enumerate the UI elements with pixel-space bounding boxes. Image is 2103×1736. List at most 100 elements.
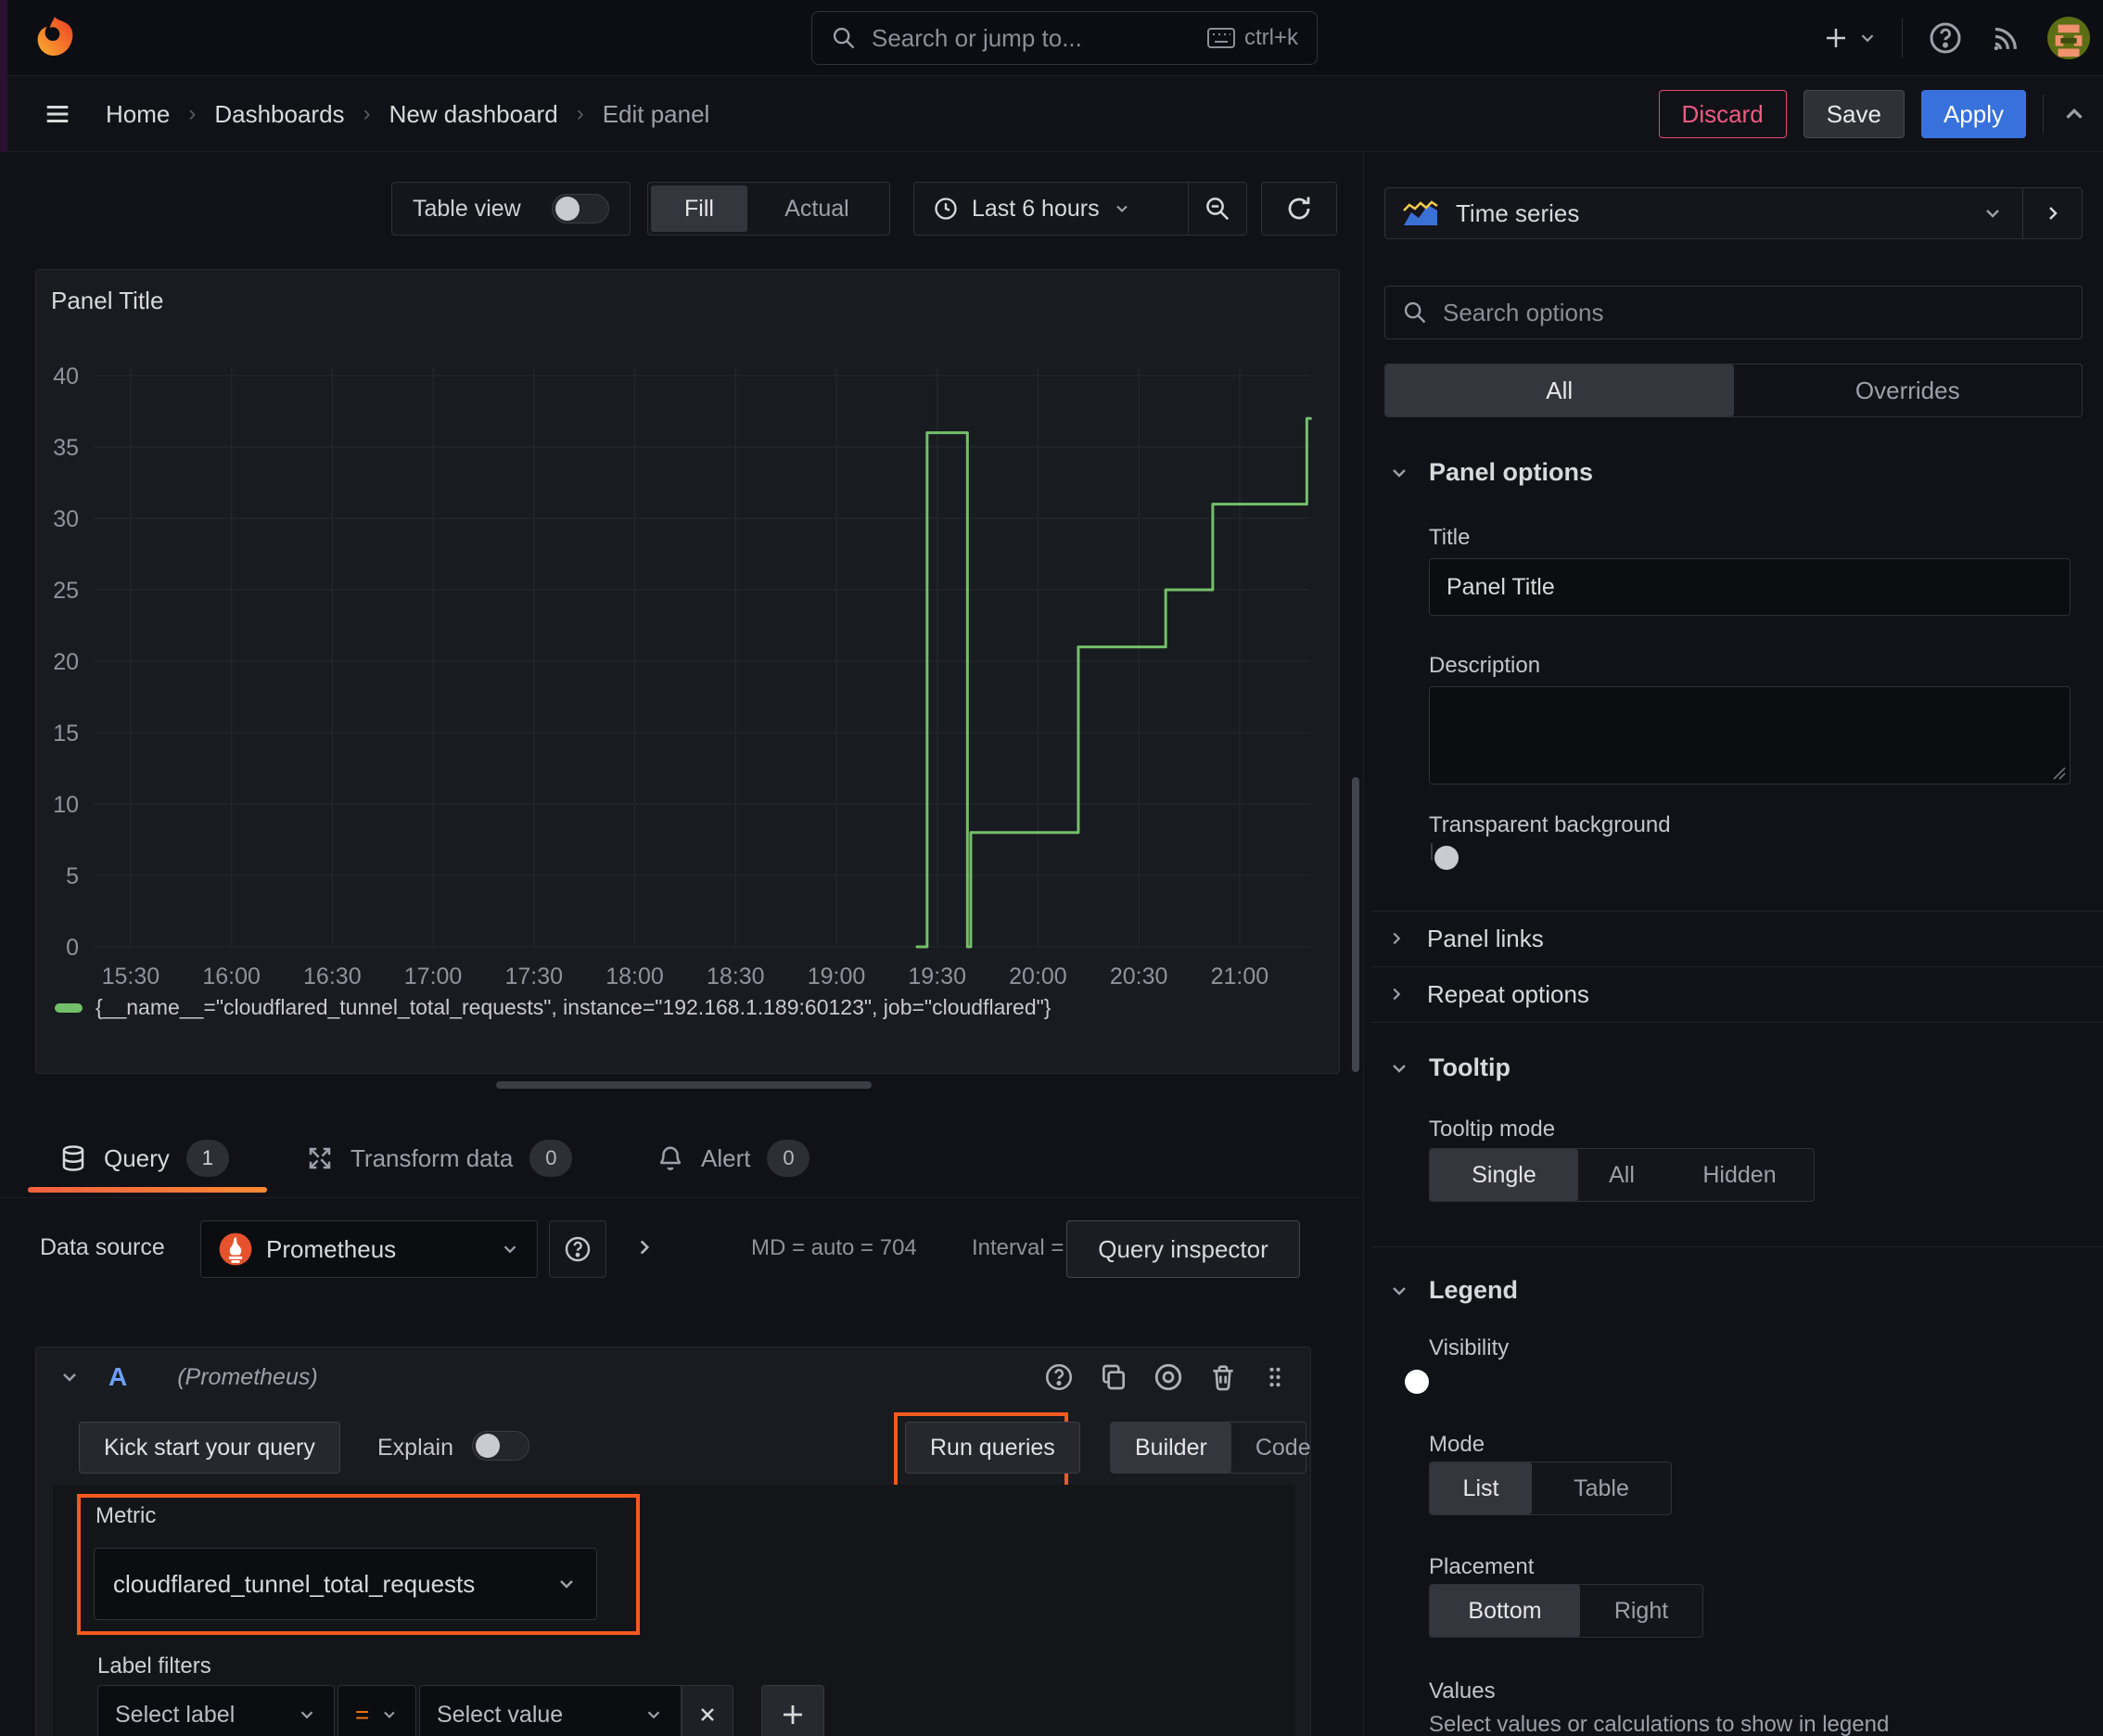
metric-select[interactable]: cloudflared_tunnel_total_requests <box>94 1548 597 1620</box>
chevron-down-icon <box>1861 34 1874 43</box>
divider <box>1371 1246 2103 1247</box>
legend-series-label[interactable]: {__name__="cloudflared_tunnel_total_requ… <box>96 995 1051 1020</box>
duplicate-query-icon[interactable] <box>1099 1362 1128 1392</box>
rss-icon <box>1994 27 2017 51</box>
panel-title[interactable]: Panel Title <box>51 287 163 315</box>
toggle-viz-suggestions-button[interactable] <box>2022 188 2082 238</box>
description-textarea[interactable] <box>1429 686 2071 785</box>
disable-query-icon[interactable] <box>1153 1361 1184 1393</box>
table-view-toggle[interactable] <box>552 194 609 223</box>
legend-placement-right[interactable]: Right <box>1580 1585 1702 1637</box>
new-button[interactable] <box>1822 24 1878 52</box>
select-value-dropdown[interactable]: Select value <box>419 1685 682 1736</box>
drag-handle-icon[interactable] <box>1262 1362 1288 1392</box>
svg-text:10: 10 <box>53 792 79 818</box>
global-search-box[interactable]: Search or jump to... ctrl+k <box>811 11 1318 65</box>
run-queries-button[interactable]: Run queries <box>905 1422 1080 1474</box>
chevron-right-icon <box>2048 207 2058 220</box>
tab-query[interactable]: Query 1 <box>59 1124 229 1193</box>
panel-options-header[interactable]: Panel options <box>1388 458 1593 487</box>
tooltip-section-header[interactable]: Tooltip <box>1388 1053 1510 1082</box>
grafana-logo[interactable] <box>32 15 78 61</box>
select-label-dropdown[interactable]: Select label <box>97 1685 335 1736</box>
divider <box>2043 95 2044 134</box>
legend-placement-bottom[interactable]: Bottom <box>1430 1585 1580 1637</box>
description-label: Description <box>1429 653 1541 678</box>
time-range-picker[interactable]: Last 6 hours <box>914 196 1188 223</box>
visualization-picker[interactable]: Time series <box>1384 187 2083 239</box>
visualization-name: Time series <box>1456 198 1580 227</box>
repeat-options-section[interactable]: Repeat options <box>1386 968 2091 1020</box>
query-row-actions <box>1043 1361 1288 1393</box>
legend-mode-label: Mode <box>1429 1432 1485 1457</box>
delete-query-icon[interactable] <box>1208 1362 1238 1392</box>
tab-transform[interactable]: Transform data 0 <box>306 1124 573 1193</box>
legend-section-header[interactable]: Legend <box>1388 1276 1518 1305</box>
remove-filter-button[interactable] <box>682 1685 733 1736</box>
fill-actual-switch: Fill Actual <box>647 182 890 236</box>
repeat-options-label: Repeat options <box>1427 979 1589 1008</box>
tooltip-mode-all[interactable]: All <box>1578 1149 1665 1201</box>
operator-dropdown[interactable]: = <box>338 1685 416 1736</box>
breadcrumb-dashboards[interactable]: Dashboards <box>214 100 344 129</box>
panel-title-input[interactable] <box>1429 558 2071 616</box>
breadcrumb-current: Edit panel <box>602 99 710 128</box>
kick-start-query-button[interactable]: Kick start your query <box>79 1422 340 1474</box>
zoom-out-button[interactable] <box>1189 195 1246 223</box>
collapse-options-button[interactable] <box>2060 100 2088 128</box>
svg-text:18:00: 18:00 <box>605 964 664 989</box>
code-option[interactable]: Code <box>1231 1423 1335 1473</box>
datasource-picker[interactable]: Prometheus <box>200 1220 538 1278</box>
select-label-placeholder: Select label <box>115 1701 236 1728</box>
tab-all[interactable]: All <box>1385 364 1734 416</box>
time-series-chart[interactable]: 0 5 10 15 20 25 30 35 40 15:30 16:00 16:30 17:00 17:3… <box>36 358 1339 989</box>
panel-links-section[interactable]: Panel links <box>1386 913 2091 964</box>
tab-transform-label: Transform data <box>350 1143 514 1172</box>
transparent-background-toggle[interactable] <box>1431 843 1459 870</box>
vertical-scrollbar[interactable] <box>1352 777 1359 1072</box>
resize-handle[interactable] <box>496 1081 872 1089</box>
options-search-box[interactable]: Search options <box>1384 286 2083 339</box>
breadcrumb-home[interactable]: Home <box>106 100 170 129</box>
datasource-name: Prometheus <box>266 1234 397 1263</box>
tooltip-mode-hidden[interactable]: Hidden <box>1665 1149 1814 1201</box>
tab-alert[interactable]: Alert 0 <box>656 1124 810 1193</box>
menu-toggle[interactable] <box>41 100 74 128</box>
svg-text:40: 40 <box>53 364 79 389</box>
chart-legend[interactable]: {__name__="cloudflared_tunnel_total_requ… <box>55 995 1051 1020</box>
news-button[interactable] <box>1988 20 2023 56</box>
datasource-help-button[interactable] <box>549 1220 606 1278</box>
query-help-icon[interactable] <box>1043 1361 1075 1393</box>
fill-option[interactable]: Fill <box>651 185 747 232</box>
explain-toggle[interactable] <box>472 1431 529 1461</box>
resize-grip-icon[interactable] <box>2051 765 2066 780</box>
tab-alert-count: 0 <box>767 1140 810 1177</box>
add-filter-button[interactable] <box>761 1685 824 1736</box>
refresh-button[interactable] <box>1261 182 1337 236</box>
query-inspector-button[interactable]: Query inspector <box>1066 1220 1300 1278</box>
help-icon <box>1930 22 1961 54</box>
svg-text:19:30: 19:30 <box>908 964 966 989</box>
legend-placement-label: Placement <box>1429 1554 1535 1579</box>
apply-button[interactable]: Apply <box>1920 90 2026 138</box>
builder-option[interactable]: Builder <box>1111 1423 1231 1473</box>
chevron-up-icon <box>2066 108 2083 119</box>
save-button[interactable]: Save <box>1803 90 1905 138</box>
expand-options-button[interactable] <box>632 1235 656 1259</box>
tooltip-mode-single[interactable]: Single <box>1430 1149 1578 1201</box>
query-row-header[interactable]: A (Prometheus) <box>36 1347 1310 1407</box>
search-shortcut: ctrl+k <box>1206 25 1298 51</box>
table-view-label: Table view <box>413 195 521 222</box>
options-search-placeholder: Search options <box>1443 298 1604 326</box>
breadcrumb: Home › Dashboards › New dashboard › Edit… <box>41 76 709 152</box>
tab-overrides[interactable]: Overrides <box>1734 364 2083 416</box>
search-icon <box>831 25 857 51</box>
legend-mode-list[interactable]: List <box>1430 1462 1532 1514</box>
user-avatar[interactable] <box>2047 17 2090 59</box>
discard-button[interactable]: Discard <box>1658 90 1787 138</box>
window-edge <box>0 0 7 152</box>
breadcrumb-new-dashboard[interactable]: New dashboard <box>389 100 558 129</box>
help-button[interactable] <box>1927 19 1964 57</box>
actual-option[interactable]: Actual <box>747 185 886 232</box>
legend-mode-table[interactable]: Table <box>1532 1462 1671 1514</box>
